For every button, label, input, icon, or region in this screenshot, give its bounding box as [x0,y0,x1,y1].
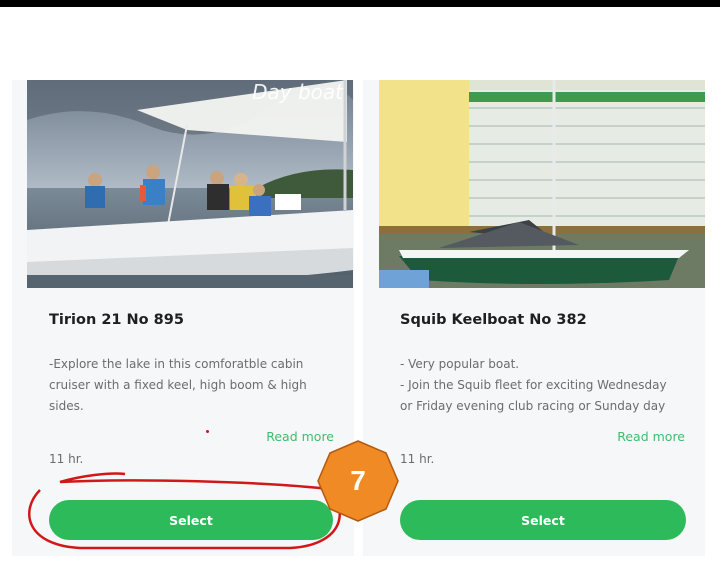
description-line: sides. [49,399,84,413]
red-dot [206,430,209,433]
boat-title: Squib Keelboat No 382 [400,312,587,328]
step-number: 7 [350,465,366,496]
description-line: - Join the Squib fleet for exciting Wedn… [400,378,667,392]
boat-card-squib: Squib Keelboat No 382 - Very popular boa… [363,80,705,556]
description-line: -Explore the lake in this comforatble ca… [49,357,304,371]
boat-description: - Very popular boat. - Join the Squib fl… [400,354,670,417]
duration-label: 11 hr. [400,452,435,466]
description-line: cruiser with a fixed keel, high boom & h… [49,378,307,392]
description-line: - Very popular boat. [400,357,520,371]
description-line: or Friday evening club racing or Sunday … [400,399,666,413]
boat-photo-squib[interactable] [379,80,705,288]
boat-card-tirion: Day boat Tirion 21 No 895 -Explore the l… [12,80,354,556]
duration-label: 11 hr. [49,452,84,466]
select-button[interactable]: Select [49,500,333,540]
boat-description: -Explore the lake in this comforatble ca… [49,354,319,417]
select-button[interactable]: Select [400,500,686,540]
read-more-link[interactable]: Read more [617,429,685,444]
boat-title: Tirion 21 No 895 [49,312,184,328]
boat-photo-tirion[interactable]: Day boat [27,80,353,288]
top-divider [0,0,720,7]
day-boat-label: Day boat [252,80,343,104]
